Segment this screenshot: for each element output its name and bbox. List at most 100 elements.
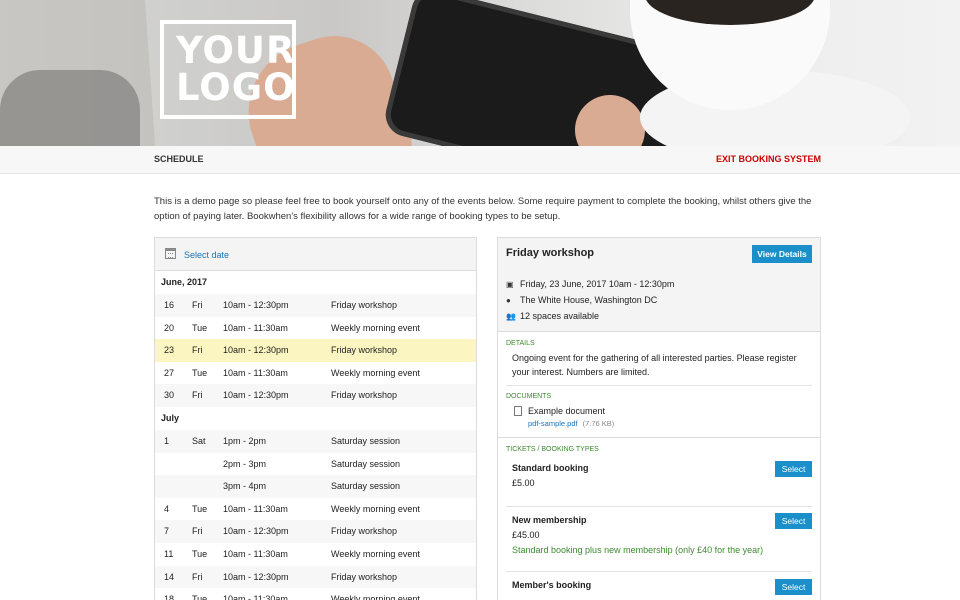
event-name: Weekly morning event: [331, 322, 420, 333]
event-time: 10am - 12:30pm: [223, 571, 289, 582]
ticket-price: £45.00: [512, 530, 540, 540]
detail-header: Friday workshop View Details ▣ Friday, 23…: [498, 238, 820, 332]
document-name: Example document: [528, 406, 606, 416]
event-day: 14: [164, 571, 175, 582]
event-time: 10am - 11:30am: [223, 503, 288, 514]
event-day: 11: [164, 548, 174, 559]
month-heading: July: [161, 412, 180, 423]
logo-line-1: YOUR: [176, 29, 296, 72]
event-spaces-text: 12 spaces available: [520, 311, 600, 321]
event-weekday: Tue: [192, 548, 208, 559]
event-name: Friday workshop: [331, 345, 398, 356]
event-row[interactable]: 16 Fri 10am - 12:30pm Friday workshop: [155, 294, 476, 317]
event-weekday: Fri: [192, 526, 203, 537]
event-location: ● The White House, Washington DC: [506, 295, 657, 305]
event-row[interactable]: 2pm - 3pm Saturday session: [155, 453, 476, 476]
exit-booking-link[interactable]: EXIT BOOKING SYSTEM: [716, 154, 821, 164]
ticket-item: Select Standard booking £5.00: [498, 461, 820, 506]
event-weekday: Fri: [192, 300, 203, 310]
event-row[interactable]: 30 Fri 10am - 12:30pm Friday workshop: [155, 384, 476, 407]
event-name: Weekly morning event: [331, 367, 420, 378]
ticket-name: Member's booking: [512, 580, 592, 590]
event-row[interactable]: 20 Tue 10am - 11:30am Weekly morning eve…: [155, 317, 476, 340]
details-text: Ongoing event for the gathering of all i…: [512, 353, 797, 377]
event-date-text: Friday, 23 June, 2017 10am - 12:30pm: [520, 279, 675, 289]
event-time: 10am - 12:30pm: [223, 345, 289, 356]
event-day: 27: [164, 367, 175, 378]
event-row[interactable]: 11 Tue 10am - 11:30am Weekly morning eve…: [155, 543, 476, 566]
event-time: 10am - 11:30am: [223, 548, 288, 559]
hero-sleeve: [0, 70, 140, 146]
event-weekday: Sat: [192, 435, 206, 446]
event-time: 10am - 11:30am: [223, 594, 288, 600]
event-time: 2pm - 3pm: [223, 458, 267, 469]
event-name: Saturday session: [331, 435, 401, 446]
event-name: Friday workshop: [331, 526, 398, 537]
document-size: (7.76 KB): [582, 419, 615, 428]
event-time: 1pm - 2pm: [223, 435, 267, 446]
event-date: ▣ Friday, 23 June, 2017 10am - 12:30pm: [506, 279, 674, 289]
event-weekday: Fri: [192, 390, 203, 401]
event-day: 4: [164, 503, 170, 514]
event-row[interactable]: 14 Fri 10am - 12:30pm Friday workshop: [155, 565, 476, 589]
document-link[interactable]: pdf-sample.pdf: [528, 419, 578, 428]
ticket-item: Select Member's booking: [498, 579, 820, 600]
ticket-name: Standard booking: [512, 463, 589, 473]
select-ticket-button[interactable]: Select: [775, 579, 812, 595]
select-ticket-button[interactable]: Select: [775, 513, 812, 529]
event-day: 1: [164, 435, 170, 446]
event-name: Friday workshop: [331, 300, 398, 310]
event-name: Friday workshop: [331, 571, 398, 582]
select-ticket-button[interactable]: Select: [775, 461, 812, 477]
divider: [506, 571, 812, 572]
ticket-note: Standard booking plus new membership (on…: [512, 545, 764, 555]
schedule-panel: Select date June, 2017 16 Fri 10am - 12:…: [154, 237, 477, 600]
event-day: 23: [164, 345, 175, 356]
document-icon: [514, 406, 522, 416]
event-detail-panel: Friday workshop View Details ▣ Friday, 23…: [497, 237, 821, 600]
event-row[interactable]: 4 Tue 10am - 11:30am Weekly morning even…: [155, 498, 476, 521]
event-time: 10am - 12:30pm: [223, 390, 289, 401]
site-logo[interactable]: YOUR LOGO: [160, 20, 296, 119]
nav-bar: SCHEDULE EXIT BOOKING SYSTEM: [0, 146, 960, 174]
event-spaces: 👥 12 spaces available: [506, 311, 599, 321]
event-name: Weekly morning event: [331, 503, 420, 514]
view-details-button[interactable]: View Details: [752, 245, 812, 263]
event-row[interactable]: 1 Sat 1pm - 2pm Saturday session: [155, 429, 476, 453]
event-weekday: Tue: [192, 367, 208, 378]
event-weekday: Fri: [192, 345, 203, 356]
event-title: Friday workshop: [506, 247, 595, 259]
event-time: 3pm - 4pm: [223, 481, 267, 492]
event-day: 18: [164, 594, 175, 600]
event-day: 20: [164, 322, 175, 333]
ticket-name: New membership: [512, 515, 587, 525]
schedule-header: Select date: [155, 238, 476, 271]
hero-banner: [0, 0, 960, 146]
users-icon: 👥: [506, 312, 516, 321]
event-name: Weekly morning event: [331, 594, 420, 600]
event-row[interactable]: 18 Tue 10am - 11:30am Weekly morning eve…: [155, 588, 476, 600]
nav-schedule-link[interactable]: SCHEDULE: [154, 154, 204, 164]
event-row[interactable]: 7 Fri 10am - 12:30pm Friday workshop: [155, 520, 476, 543]
event-weekday: Tue: [192, 503, 208, 514]
event-location-text: The White House, Washington DC: [520, 295, 658, 305]
logo-line-2: LOGO: [176, 66, 296, 109]
event-name: Friday workshop: [331, 390, 398, 401]
calendar-icon: ▣: [506, 280, 514, 289]
month-heading: June, 2017: [161, 277, 208, 287]
select-date-link[interactable]: Select date: [184, 250, 229, 260]
event-day: 7: [164, 526, 170, 537]
event-row-selected[interactable]: 23 Fri 10am - 12:30pm Friday workshop: [155, 339, 476, 362]
event-day: 30: [164, 390, 175, 401]
event-time: 10am - 12:30pm: [223, 300, 289, 310]
event-weekday: Tue: [192, 594, 208, 600]
document-item: Example document: [498, 406, 820, 416]
tickets-label: TICKETS / BOOKING TYPES: [506, 446, 599, 453]
ticket-item: Select New membership £45.00 Standard bo…: [498, 513, 820, 571]
calendar-icon[interactable]: [165, 248, 176, 259]
event-time: 10am - 11:30am: [223, 367, 288, 378]
ticket-price: £5.00: [512, 478, 535, 488]
event-row[interactable]: 3pm - 4pm Saturday session: [155, 475, 476, 498]
event-row[interactable]: 27 Tue 10am - 11:30am Weekly morning eve…: [155, 362, 476, 385]
intro-text: This is a demo page so please feel free …: [154, 196, 812, 222]
